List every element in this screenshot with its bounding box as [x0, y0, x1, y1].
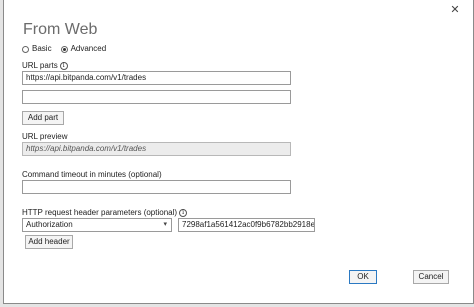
add-header-button[interactable]: Add header	[25, 235, 73, 249]
header-name-value: Authorization	[26, 220, 73, 229]
timeout-label: Command timeout in minutes (optional)	[22, 170, 162, 179]
add-part-button[interactable]: Add part	[22, 111, 64, 125]
url-part-1-input[interactable]: https://api.bitpanda.com/v1/trades	[22, 71, 291, 85]
url-preview-field: https://api.bitpanda.com/v1/trades	[22, 142, 291, 156]
close-icon[interactable]: ✕	[449, 4, 461, 16]
basic-radio-label[interactable]: Basic	[32, 43, 52, 55]
header-params-label: HTTP request header parameters (optional…	[22, 207, 188, 218]
header-params-label-text: HTTP request header parameters (optional…	[22, 208, 178, 217]
mode-radio-group: Basic Advanced	[22, 43, 115, 55]
advanced-radio-label[interactable]: Advanced	[71, 43, 107, 55]
advanced-radio[interactable]	[60, 45, 68, 53]
dialog-title: From Web	[23, 21, 98, 38]
from-web-dialog: ✕ From Web Basic Advanced URL parts i htt…	[3, 0, 474, 304]
url-parts-label: URL parts i	[22, 60, 68, 71]
url-parts-label-text: URL parts	[22, 61, 58, 70]
header-value-input[interactable]: 7298af1a561412ac0f9b6782bb2918ec	[178, 218, 315, 232]
timeout-input[interactable]	[22, 180, 291, 194]
ok-button[interactable]: OK	[349, 270, 377, 284]
basic-radio[interactable]	[22, 45, 29, 53]
url-preview-label: URL preview	[22, 132, 68, 141]
url-part-2-input[interactable]	[22, 90, 291, 104]
chevron-down-icon: ▾	[163, 221, 167, 228]
header-name-dropdown[interactable]: Authorization ▾	[22, 218, 172, 232]
info-icon[interactable]: i	[59, 61, 68, 70]
cancel-button[interactable]: Cancel	[413, 270, 449, 284]
info-icon[interactable]: i	[179, 208, 188, 217]
